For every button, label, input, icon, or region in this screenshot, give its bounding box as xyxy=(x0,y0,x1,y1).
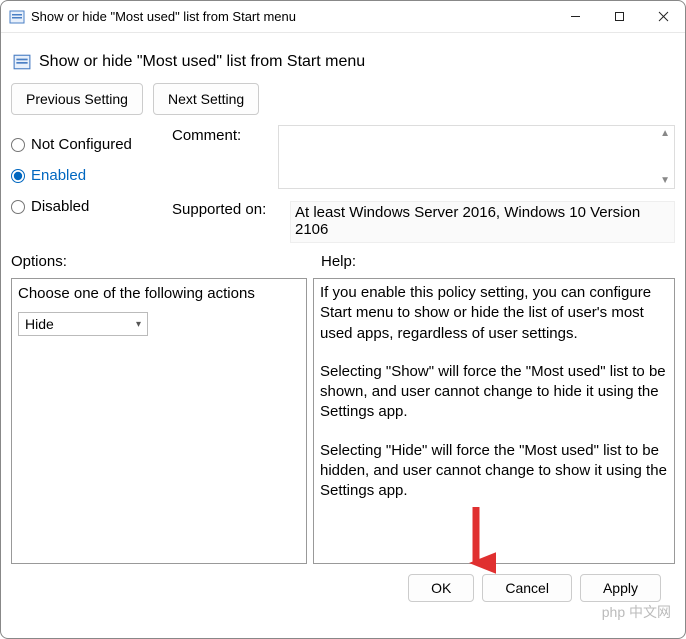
radio-not-configured-input[interactable] xyxy=(11,138,25,152)
radio-not-configured-label: Not Configured xyxy=(31,136,132,153)
action-select[interactable]: Hide ▾ xyxy=(18,312,148,336)
scroll-down-icon: ▼ xyxy=(660,175,670,186)
maximize-button[interactable] xyxy=(597,1,641,33)
options-prompt: Choose one of the following actions xyxy=(18,285,300,302)
help-paragraph: Selecting "Hide" will force the "Most us… xyxy=(320,441,668,502)
help-panel: If you enable this policy setting, you c… xyxy=(313,278,675,564)
radio-enabled[interactable]: Enabled xyxy=(11,160,166,191)
options-label: Options: xyxy=(11,253,313,270)
radio-disabled-label: Disabled xyxy=(31,198,89,215)
cancel-button[interactable]: Cancel xyxy=(482,574,572,602)
page-header: Show or hide "Most used" list from Start… xyxy=(11,41,675,83)
supported-on-value: At least Windows Server 2016, Windows 10… xyxy=(290,201,675,243)
next-setting-button[interactable]: Next Setting xyxy=(153,83,259,115)
comment-textarea[interactable]: ▲ ▼ xyxy=(278,125,675,189)
action-select-value: Hide xyxy=(25,316,54,332)
previous-setting-button[interactable]: Previous Setting xyxy=(11,83,143,115)
help-paragraph: If you enable this policy setting, you c… xyxy=(320,283,668,344)
comment-label: Comment: xyxy=(172,125,272,144)
page-title: Show or hide "Most used" list from Start… xyxy=(39,53,365,71)
chevron-down-icon: ▾ xyxy=(136,319,141,330)
apply-button[interactable]: Apply xyxy=(580,574,661,602)
titlebar: Show or hide "Most used" list from Start… xyxy=(1,1,685,33)
titlebar-text: Show or hide "Most used" list from Start… xyxy=(31,9,553,24)
radio-enabled-input[interactable] xyxy=(11,169,25,183)
scroll-up-icon: ▲ xyxy=(660,128,670,139)
radio-not-configured[interactable]: Not Configured xyxy=(11,129,166,160)
minimize-button[interactable] xyxy=(553,1,597,33)
radio-disabled-input[interactable] xyxy=(11,200,25,214)
policy-icon xyxy=(9,9,25,25)
ok-button[interactable]: OK xyxy=(408,574,474,602)
help-label: Help: xyxy=(313,253,356,270)
options-panel: Choose one of the following actions Hide… xyxy=(11,278,307,564)
window-controls xyxy=(553,1,685,33)
supported-on-label: Supported on: xyxy=(172,201,284,243)
help-paragraph: Selecting "Show" will force the "Most us… xyxy=(320,362,668,423)
radio-disabled[interactable]: Disabled xyxy=(11,191,166,222)
close-button[interactable] xyxy=(641,1,685,33)
policy-icon xyxy=(13,53,31,71)
radio-enabled-label: Enabled xyxy=(31,167,86,184)
